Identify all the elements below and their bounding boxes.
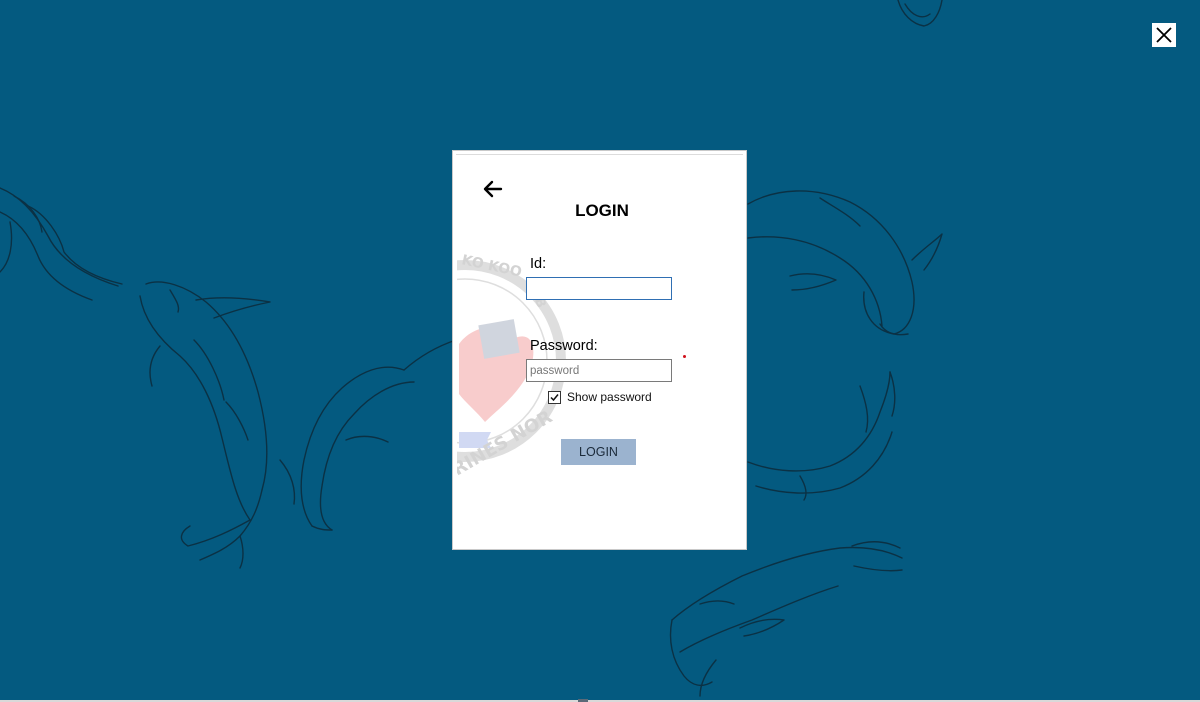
login-button[interactable]: LOGIN (561, 439, 636, 465)
id-input[interactable] (526, 277, 672, 300)
id-label: Id: (530, 256, 547, 272)
back-button[interactable] (481, 177, 505, 201)
password-label: Password: (530, 338, 598, 354)
checkmark-icon (550, 393, 559, 401)
login-dialog: KO KOO ATIB RINES NOR LOGIN Id: Password… (453, 151, 746, 549)
close-button[interactable] (1152, 23, 1176, 47)
close-icon (1156, 27, 1172, 43)
required-indicator (683, 355, 686, 358)
show-password-checkbox[interactable] (548, 390, 561, 404)
show-password-label: Show password (567, 390, 652, 404)
arrow-left-icon (483, 180, 503, 198)
password-input[interactable] (526, 359, 672, 382)
show-password-toggle[interactable]: Show password (548, 390, 652, 404)
dialog-divider (456, 154, 743, 155)
login-title: LOGIN (575, 201, 629, 220)
seal-top-text: KO KOO (460, 252, 523, 280)
